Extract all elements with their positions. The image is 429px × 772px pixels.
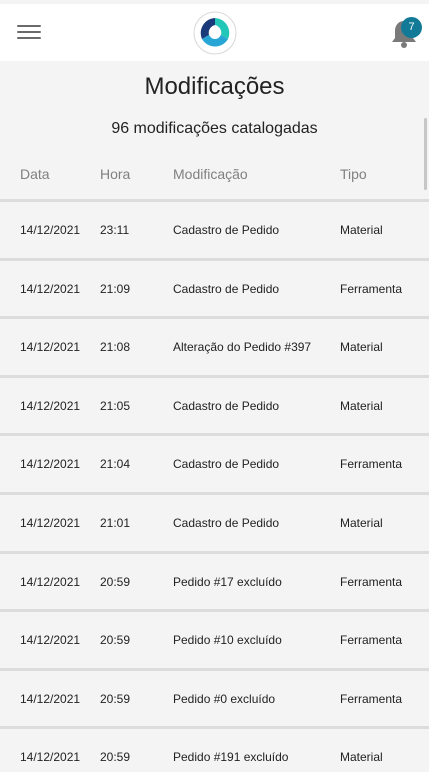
cell-modification: Alteração do Pedido #397 <box>173 340 312 355</box>
table-row[interactable]: 14/12/2021 20:59 Pedido #10 excluído Fer… <box>0 609 429 668</box>
cell-time: 21:01 <box>100 515 131 530</box>
cell-date: 14/12/2021 <box>20 457 81 472</box>
menu-line <box>17 31 41 33</box>
column-header-modification[interactable]: Modificação <box>173 166 248 182</box>
cell-type: Ferramenta <box>340 574 403 589</box>
cell-time: 20:59 <box>100 750 131 765</box>
table-row[interactable]: 14/12/2021 23:11 Cadastro de Pedido Mate… <box>0 199 429 258</box>
table-row[interactable]: 14/12/2021 21:01 Cadastro de Pedido Mate… <box>0 491 429 551</box>
table-row[interactable]: 14/12/2021 21:04 Cadastro de Pedido Ferr… <box>0 433 429 492</box>
cell-date: 14/12/2021 <box>20 691 81 706</box>
cell-modification: Pedido #0 excluído <box>173 691 276 706</box>
column-header-date[interactable]: Data <box>20 166 50 182</box>
cell-time: 21:04 <box>100 457 131 472</box>
cell-time: 20:59 <box>100 574 131 589</box>
cell-type: Material <box>340 515 383 530</box>
cell-type: Material <box>340 340 383 355</box>
cell-date: 14/12/2021 <box>20 750 81 765</box>
cell-modification: Pedido #10 excluído <box>173 633 282 648</box>
cell-type: Material <box>340 223 383 237</box>
cell-time: 21:09 <box>100 281 131 296</box>
cell-type: Ferramenta <box>340 633 403 648</box>
cell-type: Ferramenta <box>340 457 403 472</box>
notification-count-badge: 7 <box>401 17 422 38</box>
modification-count: 96 modificações catalogadas <box>111 120 318 137</box>
cell-time: 20:59 <box>100 691 131 706</box>
cell-modification: Cadastro de Pedido <box>173 457 280 472</box>
cell-modification: Cadastro de Pedido <box>173 281 280 296</box>
column-header-time[interactable]: Hora <box>100 166 130 182</box>
menu-line <box>17 25 41 27</box>
table-row[interactable]: 14/12/2021 20:59 Pedido #17 excluído Fer… <box>0 550 429 610</box>
cell-type: Ferramenta <box>340 691 403 706</box>
cell-date: 14/12/2021 <box>20 340 81 355</box>
cell-date: 14/12/2021 <box>20 515 81 530</box>
table-header: Data Hora Modificação Tipo <box>0 146 429 200</box>
cell-modification: Pedido #17 excluído <box>173 574 282 589</box>
page-title: Modificações <box>144 73 285 100</box>
cell-type: Material <box>340 750 383 765</box>
cell-modification: Cadastro de Pedido <box>173 515 280 530</box>
table-row[interactable]: 14/12/2021 21:05 Cadastro de Pedido Mate… <box>0 374 429 434</box>
table-row[interactable]: 14/12/2021 20:59 Pedido #0 excluído Ferr… <box>0 667 429 727</box>
hamburger-menu-icon[interactable] <box>17 23 41 41</box>
app-bar: 7 <box>0 4 429 61</box>
cell-date: 14/12/2021 <box>20 398 81 413</box>
table-row[interactable]: 14/12/2021 21:09 Cadastro de Pedido Ferr… <box>0 257 429 317</box>
table-row[interactable]: 14/12/2021 20:59 Pedido #191 excluído Ma… <box>0 726 429 772</box>
cell-modification: Pedido #191 excluído <box>173 750 289 765</box>
app-logo[interactable] <box>193 11 237 55</box>
cell-type: Ferramenta <box>340 281 403 296</box>
cell-type: Material <box>340 398 383 413</box>
cell-date: 14/12/2021 <box>20 281 81 296</box>
table-row[interactable]: 14/12/2021 21:08 Alteração do Pedido #39… <box>0 316 429 375</box>
cell-time: 20:59 <box>100 633 131 648</box>
cell-time: 23:11 <box>100 223 130 237</box>
cell-time: 21:05 <box>100 398 131 413</box>
column-header-type[interactable]: Tipo <box>340 166 367 182</box>
cell-date: 14/12/2021 <box>20 223 81 237</box>
cell-date: 14/12/2021 <box>20 633 81 648</box>
cell-time: 21:08 <box>100 340 131 355</box>
modifications-table: 14/12/2021 23:11 Cadastro de Pedido Mate… <box>0 199 429 772</box>
cell-date: 14/12/2021 <box>20 574 81 589</box>
cell-modification: Cadastro de Pedido <box>173 223 280 237</box>
menu-line <box>17 37 41 39</box>
cell-modification: Cadastro de Pedido <box>173 398 280 413</box>
